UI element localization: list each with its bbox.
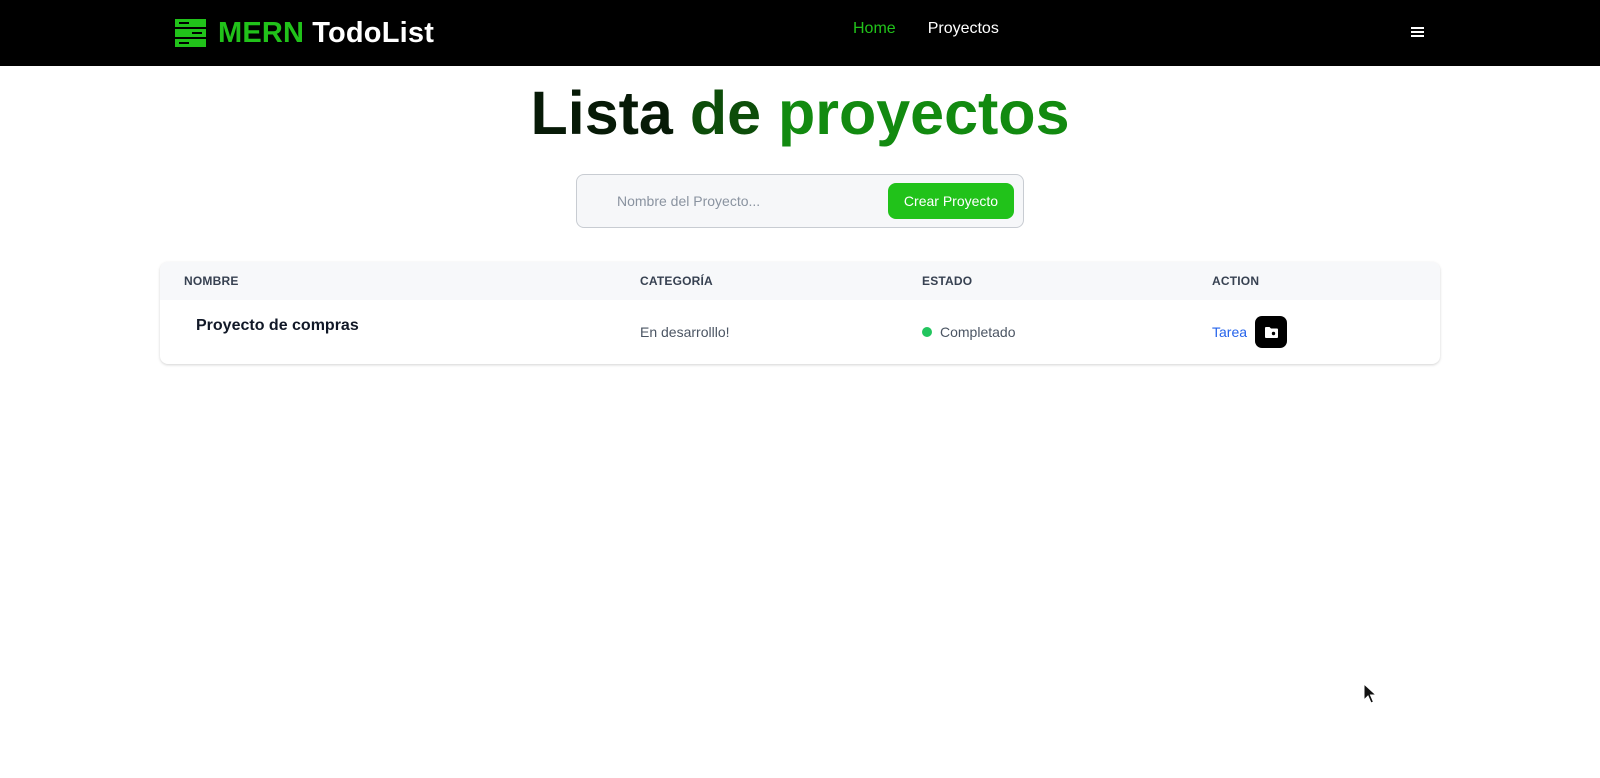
column-header-status: ESTADO	[922, 274, 973, 288]
column-header-name: NOMBRE	[184, 274, 239, 288]
project-name-input[interactable]	[587, 183, 867, 219]
projects-table: NOMBRE CATEGORÍA ESTADO ACTION Proyecto …	[160, 262, 1440, 364]
brand-mern-text: MERN	[218, 16, 305, 49]
project-status: Completado	[922, 324, 1016, 340]
brand-logo-link[interactable]: MERN TodoList	[175, 14, 434, 52]
brand-name: MERN TodoList	[218, 17, 434, 50]
table-row: Proyecto de compras En desarrolllo! Comp…	[160, 300, 1440, 364]
nav-links: Home Proyectos	[853, 20, 999, 38]
nav-link-home[interactable]: Home	[853, 20, 896, 38]
server-stack-icon	[175, 19, 206, 47]
navbar: MERN TodoList Home Proyectos	[0, 0, 1600, 66]
nav-link-proyectos[interactable]: Proyectos	[928, 20, 999, 38]
table-header: NOMBRE CATEGORÍA ESTADO ACTION	[160, 262, 1440, 300]
menu-button[interactable]	[1407, 22, 1427, 42]
project-name: Proyecto de compras	[196, 317, 359, 334]
page-title-word-1: Lista	[530, 79, 673, 147]
page-title: Lista de proyectos	[0, 78, 1600, 148]
project-category: En desarrolllo!	[640, 324, 730, 340]
page-title-word-3: proyectos	[777, 79, 1070, 147]
status-dot-icon	[922, 327, 932, 337]
create-project-form: Crear Proyecto	[576, 174, 1024, 228]
project-actions: Tarea	[1212, 316, 1288, 348]
status-label: Completado	[940, 324, 1016, 340]
open-folder-button[interactable]	[1255, 316, 1288, 348]
column-header-action: ACTION	[1212, 274, 1260, 288]
folder-icon	[1264, 326, 1278, 338]
create-project-button[interactable]: Crear Proyecto	[888, 183, 1014, 219]
mouse-cursor-icon	[1363, 683, 1377, 704]
task-link[interactable]: Tarea	[1212, 324, 1247, 340]
page-title-word-2: de	[689, 79, 761, 147]
column-header-category: CATEGORÍA	[640, 274, 713, 288]
brand-todo-text: TodoList	[312, 16, 435, 49]
hamburger-menu-icon	[1410, 27, 1424, 37]
